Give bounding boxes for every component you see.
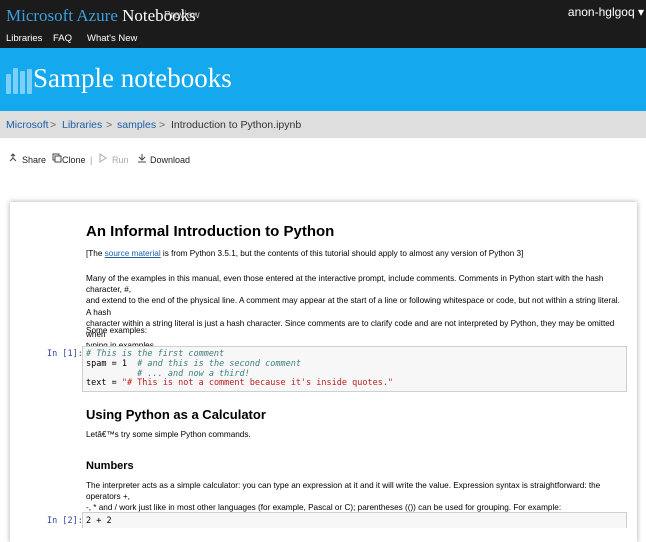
breadcrumb-libraries[interactable]: Libraries <box>62 119 102 131</box>
breadcrumb: Microsoft > Libraries > samples > Introd… <box>0 111 646 138</box>
nav-bar: Libraries FAQ What's New <box>0 30 646 48</box>
share-button[interactable]: Share <box>22 155 46 165</box>
share-icon <box>9 153 17 162</box>
intro-line: and extend to the end of the physical li… <box>86 296 620 317</box>
books-icon <box>6 68 34 94</box>
code-token: text = <box>86 378 122 388</box>
notebook-title: An Informal Introduction to Python <box>86 223 335 240</box>
code-token: spam = 1 <box>86 359 138 369</box>
some-examples-text: Some examples: <box>86 326 147 335</box>
numbers-paragraph: The interpreter acts as a simple calcula… <box>86 480 626 514</box>
cell-prompt: In [2]: <box>47 516 83 526</box>
section-heading-numbers: Numbers <box>86 460 134 472</box>
source-suffix: is from Python 3.5.1, but the contents o… <box>160 249 524 258</box>
breadcrumb-samples[interactable]: samples <box>117 119 156 131</box>
clone-icon <box>52 153 62 163</box>
run-button[interactable]: Run <box>112 155 129 165</box>
brand-microsoft: Microsoft Azure <box>6 6 118 25</box>
breadcrumb-separator: > <box>106 119 113 131</box>
code-line: text = "# This is not a comment because … <box>86 378 393 388</box>
source-note: [The source material is from Python 3.5.… <box>86 248 626 259</box>
code-comment: # and this is the second comment <box>137 359 301 369</box>
code-cell[interactable] <box>82 512 627 528</box>
download-icon <box>138 154 146 163</box>
cell-prompt: In [1]: <box>47 349 83 359</box>
breadcrumb-separator: > <box>159 119 166 131</box>
nav-whats-new[interactable]: What's New <box>87 33 137 44</box>
preview-badge: Preview <box>164 10 200 21</box>
breadcrumb-separator: > <box>50 119 57 131</box>
nav-faq[interactable]: FAQ <box>53 33 72 44</box>
lets-try-text: Letâ€™s try some simple Python commands. <box>86 430 251 439</box>
code-line: spam = 1 # and this is the second commen… <box>86 359 301 369</box>
intro-line: Many of the examples in this manual, eve… <box>86 274 604 295</box>
code-string: "# This is not a comment because it's in… <box>121 378 394 388</box>
source-prefix: [The <box>86 249 105 258</box>
run-icon <box>99 153 107 163</box>
clone-button[interactable]: Clone <box>62 155 86 165</box>
toolbar-divider: | <box>90 155 93 165</box>
breadcrumb-microsoft[interactable]: Microsoft <box>6 119 49 131</box>
breadcrumb-current: Introduction to Python.ipynb <box>171 119 302 131</box>
numbers-line: The interpreter acts as a simple calcula… <box>86 481 601 502</box>
library-title: Sample notebooks <box>33 63 232 93</box>
intro-paragraph: Many of the examples in this manual, eve… <box>86 273 626 351</box>
section-heading-calculator: Using Python as a Calculator <box>86 407 266 422</box>
code-line: # This is the first comment <box>86 349 225 359</box>
nav-libraries[interactable]: Libraries <box>6 33 42 44</box>
source-material-link[interactable]: source material <box>105 249 161 258</box>
user-menu[interactable]: anon-hglgoq ▾ <box>568 5 644 19</box>
download-button[interactable]: Download <box>150 155 190 165</box>
code-line: 2 + 2 <box>86 516 112 526</box>
